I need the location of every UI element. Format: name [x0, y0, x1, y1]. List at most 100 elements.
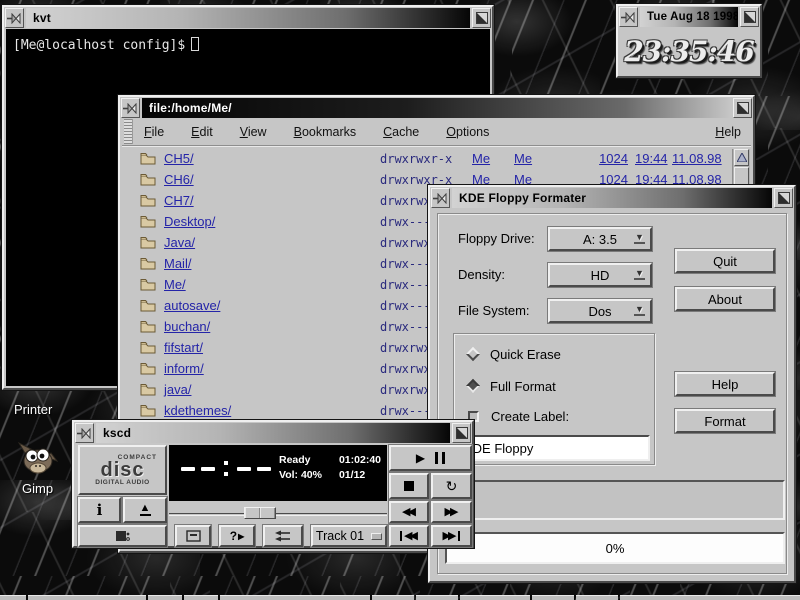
lcd-display: Ready Vol: 40% 01:02:40 01/12	[169, 445, 387, 501]
radio-label: Full Format	[490, 379, 556, 394]
folder-icon	[140, 173, 156, 186]
file-link[interactable]: CH7/	[164, 193, 194, 208]
pin-icon[interactable]	[123, 103, 138, 114]
maximize-button[interactable]	[472, 8, 491, 28]
kfm-titlebar[interactable]: file:/home/Me/	[121, 98, 752, 118]
create-label-option[interactable]: Create Label:	[468, 408, 569, 424]
radio-option[interactable]: Full Format	[468, 378, 556, 394]
taskbar-segment[interactable]	[220, 595, 370, 600]
track-select-button[interactable]: Track 01	[311, 525, 387, 547]
taskbar-segment[interactable]	[372, 595, 414, 600]
fast-forward-button[interactable]: ▶▶	[431, 501, 472, 523]
playlist-button[interactable]	[263, 525, 303, 547]
dropdown[interactable]: Dos ▼	[548, 299, 652, 323]
quit-button[interactable]: Quit	[675, 249, 775, 273]
file-link[interactable]: Java/	[164, 235, 195, 250]
file-link[interactable]: kdethemes/	[164, 403, 231, 418]
file-link[interactable]: inform/	[164, 361, 204, 376]
kscd-titlebar[interactable]: kscd	[75, 423, 471, 443]
maximize-button[interactable]	[452, 423, 471, 443]
scroll-up-button[interactable]	[734, 149, 749, 166]
maximize-button[interactable]	[733, 98, 752, 118]
sticky-pin-button[interactable]	[431, 188, 450, 208]
pin-icon[interactable]	[621, 12, 636, 23]
radio-option[interactable]: Quick Erase	[468, 346, 561, 362]
menu-item[interactable]: Options	[446, 125, 489, 139]
maximize-icon[interactable]	[737, 102, 749, 114]
taskbar-segment[interactable]	[532, 595, 574, 600]
dropdown[interactable]: HD ▼	[548, 263, 652, 287]
dock-button[interactable]	[175, 525, 211, 547]
taskbar-segment[interactable]	[184, 595, 218, 600]
up-arrow-icon	[737, 153, 747, 162]
sticky-pin-button[interactable]	[5, 8, 24, 28]
file-link[interactable]: Desktop/	[164, 214, 215, 229]
pin-icon[interactable]	[433, 193, 448, 204]
folder-icon	[140, 404, 156, 417]
play-pause-button[interactable]: ▶	[389, 445, 472, 471]
file-link[interactable]: fifstart/	[164, 340, 203, 355]
volume-label-input[interactable]: KDE Floppy	[457, 435, 650, 461]
sticky-pin-button[interactable]	[121, 98, 140, 118]
maximize-icon[interactable]	[476, 12, 488, 24]
kfloppy-titlebar[interactable]: KDE Floppy Formater	[431, 188, 793, 208]
file-link[interactable]: CH5/	[164, 151, 194, 166]
folder-icon	[140, 257, 156, 270]
maximize-icon[interactable]	[456, 427, 468, 439]
menubar-drag-handle[interactable]	[124, 119, 133, 144]
maximize-icon[interactable]	[744, 11, 756, 23]
taskbar-segment[interactable]	[0, 595, 26, 600]
file-link[interactable]: buchan/	[164, 319, 210, 334]
previous-track-button[interactable]: ◀◀	[389, 525, 429, 547]
rewind-button[interactable]: ◀◀	[389, 501, 429, 523]
pin-icon[interactable]	[77, 428, 92, 439]
info-button[interactable]: i	[78, 497, 121, 523]
field-label: Floppy Drive:	[458, 231, 535, 246]
radio-diamond-icon[interactable]	[466, 347, 480, 361]
menu-item[interactable]: Edit	[191, 125, 213, 139]
sticky-pin-button[interactable]	[619, 7, 638, 27]
menu-item[interactable]: Bookmarks	[294, 125, 357, 139]
taskbar-segment[interactable]	[416, 595, 458, 600]
help-button[interactable]: Help	[675, 372, 775, 396]
file-link[interactable]: Me/	[164, 277, 186, 292]
gimp-wilber-icon[interactable]	[18, 434, 58, 480]
file-permissions: drwxrwx	[380, 236, 431, 250]
menu-item[interactable]: File	[144, 125, 164, 139]
taskbar[interactable]	[0, 595, 800, 600]
pin-icon[interactable]	[7, 13, 22, 24]
taskbar-segment[interactable]	[460, 595, 530, 600]
maximize-button[interactable]	[774, 188, 793, 208]
taskbar-segment[interactable]	[148, 595, 182, 600]
loop-button[interactable]: ↻	[431, 473, 472, 499]
stop-button[interactable]	[389, 473, 429, 499]
desktop-icon-printer[interactable]: Printer	[14, 402, 52, 417]
eject-icon: ▲	[140, 504, 151, 516]
file-link[interactable]: Mail/	[164, 256, 191, 271]
file-link[interactable]: CH6/	[164, 172, 194, 187]
desktop-icon-gimp-label[interactable]: Gimp	[22, 481, 53, 496]
next-track-button[interactable]: ▶▶	[431, 525, 472, 547]
format-button[interactable]: Format	[675, 409, 775, 433]
dropdown[interactable]: A: 3.5 ▼	[548, 227, 652, 251]
kvt-titlebar[interactable]: kvt	[5, 8, 491, 28]
menu-item[interactable]: Cache	[383, 125, 419, 139]
taskbar-segment[interactable]	[620, 595, 800, 600]
menu-item[interactable]: View	[240, 125, 267, 139]
volume-slider-track[interactable]	[169, 513, 387, 516]
taskbar-segment[interactable]	[576, 595, 618, 600]
menu-item-help[interactable]: Help	[715, 125, 741, 139]
taskbar-segment[interactable]	[28, 595, 146, 600]
eject-button[interactable]: ▲	[123, 497, 167, 523]
sticky-pin-button[interactable]	[75, 423, 94, 443]
maximize-icon[interactable]	[778, 192, 790, 204]
radio-diamond-icon[interactable]	[466, 379, 480, 393]
file-link[interactable]: autosave/	[164, 298, 220, 313]
about-button[interactable]: About	[675, 287, 775, 311]
volume-slider-handle[interactable]	[244, 507, 276, 519]
clock-titlebar[interactable]: Tue Aug 18 1998	[619, 7, 759, 27]
cddb-button[interactable]	[78, 525, 167, 547]
help-button[interactable]: ?▶	[219, 525, 255, 547]
maximize-button[interactable]	[740, 7, 759, 27]
file-link[interactable]: java/	[164, 382, 191, 397]
